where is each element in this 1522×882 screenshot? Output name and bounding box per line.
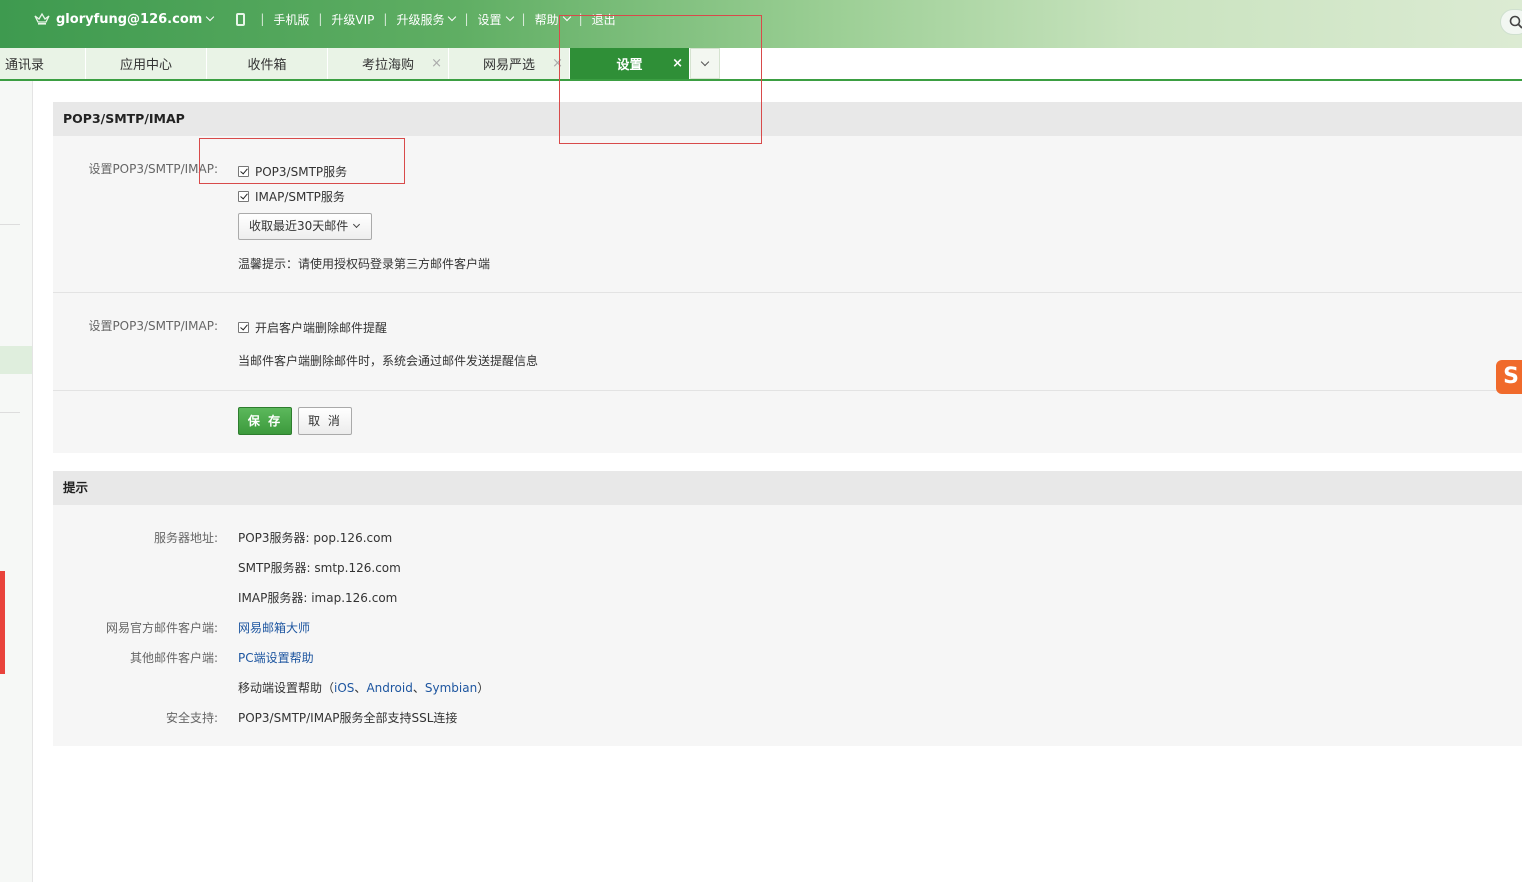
symbian-help-link[interactable]: Symbian: [425, 681, 477, 695]
tab-label: 设置: [616, 58, 643, 73]
search-button[interactable]: [1500, 9, 1522, 35]
tab-more-button[interactable]: [690, 48, 720, 79]
tips-panel: 提示 服务器地址: POP3服务器: pop.126.com SMTP服务器: …: [53, 471, 1522, 746]
close-icon[interactable]: ×: [552, 56, 563, 71]
checkbox-checked-icon[interactable]: [238, 166, 249, 177]
help-label: 帮助: [534, 12, 559, 27]
section-title: POP3/SMTP/IMAP: [53, 102, 1522, 136]
divider: [0, 412, 20, 413]
pop3-smtp-checkbox[interactable]: POP3/SMTP服务: [238, 163, 347, 180]
tab-label: 考拉海购: [361, 58, 414, 73]
save-button[interactable]: 保 存: [238, 407, 292, 435]
pc-help-link[interactable]: PC端设置帮助: [238, 651, 314, 665]
checkbox-label: IMAP/SMTP服务: [255, 190, 345, 204]
imap-smtp-checkbox[interactable]: IMAP/SMTP服务: [238, 188, 345, 205]
chevron-down-icon[interactable]: [206, 12, 215, 22]
upgrade-service-label: 升级服务: [396, 12, 445, 27]
user-email[interactable]: gloryfung@126.com: [56, 12, 202, 27]
official-client-row: 网易邮箱大师: [238, 619, 310, 636]
cancel-button[interactable]: 取 消: [298, 407, 352, 435]
tab-label: 通讯录: [5, 58, 45, 73]
pop3-setting-label: 设置POP3/SMTP/IMAP:: [88, 162, 218, 176]
fetch-range-select[interactable]: 收取最近30天邮件: [238, 213, 372, 240]
checkbox-checked-icon[interactable]: [238, 322, 249, 333]
checkbox-label: 开启客户端删除邮件提醒: [255, 321, 388, 335]
chevron-down-icon: [448, 12, 457, 22]
pc-help-row: PC端设置帮助: [238, 649, 314, 666]
separator: 、: [354, 681, 367, 695]
select-value: 收取最近30天邮件: [249, 219, 349, 233]
tab-settings[interactable]: 设置 ×: [570, 48, 690, 79]
mobile-help-row: 移动端设置帮助（iOS、Android、Symbian）: [238, 679, 489, 696]
mobile-version-link[interactable]: 手机版: [273, 11, 309, 28]
left-sidebar: [0, 81, 33, 882]
crown-icon: [34, 12, 50, 26]
chevron-down-icon: [562, 12, 571, 22]
top-nav: gloryfung@126.com | 手机版 | 升级VIP | 升级服务 |…: [34, 0, 616, 38]
tab-yanxuan[interactable]: 网易严选 ×: [449, 48, 570, 79]
close-icon[interactable]: ×: [431, 56, 442, 71]
tab-contacts[interactable]: 通讯录: [0, 48, 86, 79]
settings-menu[interactable]: 设置: [477, 11, 514, 28]
imap-server: IMAP服务器: imap.126.com: [238, 591, 398, 605]
mail-master-link[interactable]: 网易邮箱大师: [238, 621, 310, 635]
security-text: POP3/SMTP/IMAP服务全部支持SSL连接: [238, 711, 458, 725]
checkbox-checked-icon[interactable]: [238, 191, 249, 202]
tab-bar: 通讯录 应用中心 收件箱 考拉海购 × 网易严选 × 设置 ×: [0, 48, 1522, 81]
delete-reminder-checkbox[interactable]: 开启客户端删除邮件提醒: [238, 319, 387, 336]
checkbox-label: POP3/SMTP服务: [255, 165, 348, 179]
search-icon: [1509, 15, 1522, 29]
delete-reminder-label: 设置POP3/SMTP/IMAP:: [88, 319, 218, 333]
phone-icon[interactable]: [236, 12, 246, 26]
separator: 、: [412, 681, 425, 695]
divider: [0, 224, 20, 225]
chevron-down-icon: [505, 12, 514, 22]
settings-label: 设置: [477, 12, 502, 27]
ios-help-link[interactable]: iOS: [334, 681, 354, 695]
divider: [53, 390, 1522, 391]
tab-underline: [0, 79, 1522, 81]
auth-code-tip: 温馨提示：请使用授权码登录第三方邮件客户端: [238, 257, 491, 271]
pop3-server: POP3服务器: pop.126.com: [238, 531, 393, 545]
smtp-server: SMTP服务器: smtp.126.com: [238, 561, 401, 575]
top-bar: gloryfung@126.com | 手机版 | 升级VIP | 升级服务 |…: [0, 0, 1522, 48]
help-menu[interactable]: 帮助: [534, 11, 571, 28]
server-address-label: 服务器地址:: [153, 531, 218, 545]
chevron-down-icon: [700, 57, 710, 67]
tab-kaola[interactable]: 考拉海购 ×: [328, 48, 449, 79]
sogou-s-badge[interactable]: S: [1496, 360, 1522, 394]
divider: [53, 292, 1522, 293]
mobile-help-suffix: ）: [477, 681, 490, 695]
other-client-label: 其他邮件客户端:: [129, 651, 218, 665]
upgrade-service-menu[interactable]: 升级服务: [396, 11, 457, 28]
upgrade-vip-link[interactable]: 升级VIP: [331, 11, 374, 28]
tab-app-center[interactable]: 应用中心: [86, 48, 207, 79]
section-title: 提示: [53, 471, 1522, 505]
close-icon[interactable]: ×: [672, 56, 683, 71]
tab-label: 网易严选: [482, 58, 535, 73]
official-client-label: 网易官方邮件客户端:: [105, 621, 218, 635]
pop3-settings-panel: POP3/SMTP/IMAP 设置POP3/SMTP/IMAP: POP3/SM…: [53, 102, 1522, 453]
sidebar-red-marker: [0, 571, 5, 674]
tab-inbox[interactable]: 收件箱: [207, 48, 328, 79]
android-help-link[interactable]: Android: [366, 681, 412, 695]
mobile-help-prefix: 移动端设置帮助（: [238, 681, 335, 695]
delete-reminder-description: 当邮件客户端删除邮件时，系统会通过邮件发送提醒信息: [238, 354, 539, 368]
logout-link[interactable]: 退出: [592, 11, 616, 28]
sidebar-selected-item[interactable]: [0, 346, 32, 374]
security-label: 安全支持:: [165, 711, 218, 725]
tab-label: 收件箱: [247, 58, 287, 73]
chevron-down-icon: [352, 220, 361, 229]
tab-label: 应用中心: [119, 58, 172, 73]
